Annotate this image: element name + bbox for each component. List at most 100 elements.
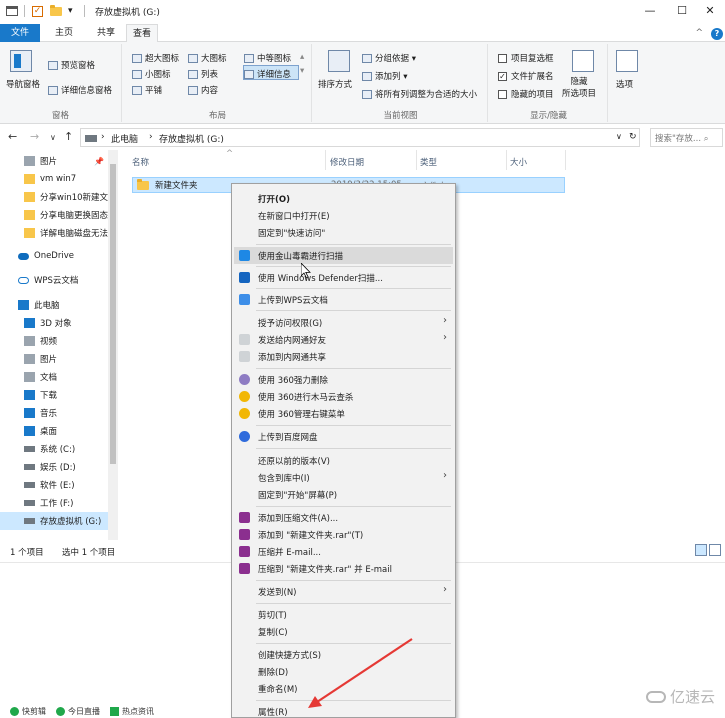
hide-selected-button[interactable]: 隐藏 所选项目 — [562, 76, 596, 100]
menu-item-360-scan[interactable]: 使用 360进行木马云查杀 — [234, 388, 453, 405]
nav-item-desktop[interactable]: 桌面 — [0, 422, 108, 440]
nav-item-pictures[interactable]: 图片 — [0, 350, 108, 368]
options-icon[interactable] — [616, 50, 638, 72]
options-button[interactable]: 选项 — [616, 78, 633, 90]
menu-item-kingsoft-scan[interactable]: 使用金山毒霸进行扫描 — [234, 247, 453, 264]
layout-scroll-down-icon[interactable]: ▾ — [300, 66, 304, 76]
breadcrumb-this-pc[interactable]: 此电脑 — [111, 132, 138, 145]
fit-columns-button[interactable]: 将所有列调整为合适的大小 — [362, 88, 477, 100]
column-modified[interactable]: 修改日期 — [330, 156, 364, 168]
layout-tiles[interactable]: 平铺 — [132, 84, 162, 96]
details-pane-button[interactable]: 详细信息窗格 — [48, 84, 112, 96]
nav-item-documents[interactable]: 文档 — [0, 368, 108, 386]
layout-scroll-up-icon[interactable]: ▴ — [300, 52, 304, 62]
nav-item-drive-e[interactable]: 软件 (E:) — [0, 476, 108, 494]
menu-item-open-new-window[interactable]: 在新窗口中打开(E) — [234, 207, 453, 224]
up-button[interactable]: ↑ — [64, 130, 73, 143]
search-input[interactable]: 搜索"存放... ⌕ — [650, 128, 723, 147]
nav-item-music[interactable]: 音乐 — [0, 404, 108, 422]
menu-item-add-rar[interactable]: 添加到 "新建文件夹.rar"(T) — [234, 526, 453, 543]
nav-item-downloads[interactable]: 下载 — [0, 386, 108, 404]
layout-extra-large-icons[interactable]: 超大图标 — [132, 52, 179, 64]
menu-item-pin-quick-access[interactable]: 固定到"快速访问" — [234, 224, 453, 241]
column-divider[interactable] — [416, 150, 417, 170]
address-dropdown-icon[interactable]: ∨ — [616, 132, 622, 141]
customize-quick-access-icon[interactable]: ▾ — [68, 4, 73, 18]
tab-share[interactable]: 共享 — [86, 24, 126, 42]
tab-file[interactable]: 文件 — [0, 24, 40, 42]
column-size[interactable]: 大小 — [510, 156, 527, 168]
hidden-items-toggle[interactable]: 隐藏的项目 — [498, 88, 554, 100]
nav-item-onedrive[interactable]: OneDrive — [0, 247, 108, 265]
nav-item-drive-d[interactable]: 娱乐 (D:) — [0, 458, 108, 476]
nav-item-drive-g[interactable]: 存放虚拟机 (G:) — [0, 512, 108, 530]
layout-small-icons[interactable]: 小图标 — [132, 68, 171, 80]
address-path[interactable]: › 此电脑 › 存放虚拟机 (G:) ∨ ↻ — [80, 128, 640, 147]
menu-item-compress-rar-email[interactable]: 压缩到 "新建文件夹.rar" 并 E-mail — [234, 560, 453, 577]
recent-locations-button[interactable]: ∨ — [50, 133, 56, 142]
nav-item-drive-f[interactable]: 工作 (F:) — [0, 494, 108, 512]
menu-item-compress-email[interactable]: 压缩并 E-mail... — [234, 543, 453, 560]
hide-selected-icon[interactable] — [572, 50, 594, 72]
ribbon-collapse-icon[interactable]: ^ — [695, 28, 703, 38]
nav-item-folder-win10[interactable]: 分享win10新建文 — [0, 188, 108, 206]
close-button[interactable]: ✕ — [690, 2, 725, 20]
tab-view[interactable]: 查看 — [126, 24, 158, 43]
taskbar-item-news[interactable]: 热点资讯 — [110, 706, 154, 717]
item-checkboxes-toggle[interactable]: 项目复选框 — [498, 52, 554, 64]
layout-details[interactable]: 详细信息 — [244, 68, 291, 80]
navigation-pane-button[interactable]: 导航窗格 — [2, 78, 44, 90]
nav-item-folder-ssd[interactable]: 分享电脑更换固态 — [0, 206, 108, 224]
refresh-icon[interactable]: ↻ — [629, 132, 637, 142]
nav-item-wps[interactable]: WPS云文档 — [0, 271, 108, 289]
layout-list[interactable]: 列表 — [188, 68, 218, 80]
breadcrumb-sep-icon[interactable]: › — [149, 132, 153, 142]
breadcrumb-current[interactable]: 存放虚拟机 (G:) — [159, 132, 224, 145]
column-name[interactable]: 名称 — [132, 156, 149, 168]
preview-pane-button[interactable]: 预览窗格 — [48, 59, 95, 71]
menu-item-open[interactable]: 打开(O) — [234, 190, 453, 207]
nav-item-videos[interactable]: 视频 — [0, 332, 108, 350]
menu-item-restore-versions[interactable]: 还原以前的版本(V) — [234, 452, 453, 469]
taskbar-item-live[interactable]: 今日直播 — [56, 706, 100, 717]
column-divider[interactable] — [325, 150, 326, 170]
large-icons-view-icon[interactable] — [709, 544, 721, 556]
menu-item-360-manage[interactable]: 使用 360管理右键菜单 — [234, 405, 453, 422]
sort-by-button[interactable]: 排序方式 — [318, 78, 352, 90]
layout-content[interactable]: 内容 — [188, 84, 218, 96]
menu-item-360-delete[interactable]: 使用 360强力删除 — [234, 371, 453, 388]
column-type[interactable]: 类型 — [420, 156, 437, 168]
forward-button[interactable]: → — [30, 130, 39, 143]
menu-item-pin-start[interactable]: 固定到"开始"屏幕(P) — [234, 486, 453, 503]
sort-by-icon[interactable] — [328, 50, 350, 72]
column-divider[interactable] — [565, 150, 566, 170]
menu-item-defender-scan[interactable]: 使用 Windows Defender扫描... — [234, 269, 453, 286]
layout-large-icons[interactable]: 大图标 — [188, 52, 227, 64]
menu-item-baidu-upload[interactable]: 上传到百度网盘 — [234, 428, 453, 445]
menu-item-add-archive[interactable]: 添加到压缩文件(A)... — [234, 509, 453, 526]
nav-item-drive-c[interactable]: 系统 (C:) — [0, 440, 108, 458]
tab-home[interactable]: 主页 — [44, 24, 84, 42]
new-folder-quick-icon[interactable] — [50, 4, 62, 18]
nav-item-pictures-quick[interactable]: 图片 📌 — [0, 152, 108, 170]
system-menu-icon[interactable] — [6, 4, 18, 18]
nav-item-3d[interactable]: 3D 对象 — [0, 314, 108, 332]
navigation-pane-icon[interactable] — [10, 50, 32, 72]
add-column-button[interactable]: 添加列 ▾ — [362, 70, 407, 82]
menu-item-intranet-share[interactable]: 添加到内网通共享 — [234, 348, 453, 365]
menu-item-cut[interactable]: 剪切(T) — [234, 606, 453, 623]
menu-item-send-intranet[interactable]: 发送给内网通好友 › — [234, 331, 453, 348]
column-divider[interactable] — [506, 150, 507, 170]
nav-item-this-pc[interactable]: 此电脑 — [0, 296, 108, 314]
layout-medium-icons[interactable]: 中等图标 — [244, 52, 291, 64]
menu-item-send-to[interactable]: 发送到(N) › — [234, 583, 453, 600]
menu-item-wps-upload[interactable]: 上传到WPS云文档 — [234, 291, 453, 308]
file-extensions-toggle[interactable]: ✓ 文件扩展名 — [498, 70, 554, 82]
group-by-button[interactable]: 分组依据 ▾ — [362, 52, 416, 64]
taskbar-item-kuaijianji[interactable]: 快剪辑 — [10, 706, 46, 717]
breadcrumb-sep-icon[interactable]: › — [101, 132, 105, 142]
back-button[interactable]: ← — [8, 130, 17, 143]
scrollbar-thumb[interactable] — [110, 164, 116, 464]
details-view-icon[interactable] — [695, 544, 707, 556]
nav-pane-scrollbar[interactable] — [108, 150, 118, 540]
